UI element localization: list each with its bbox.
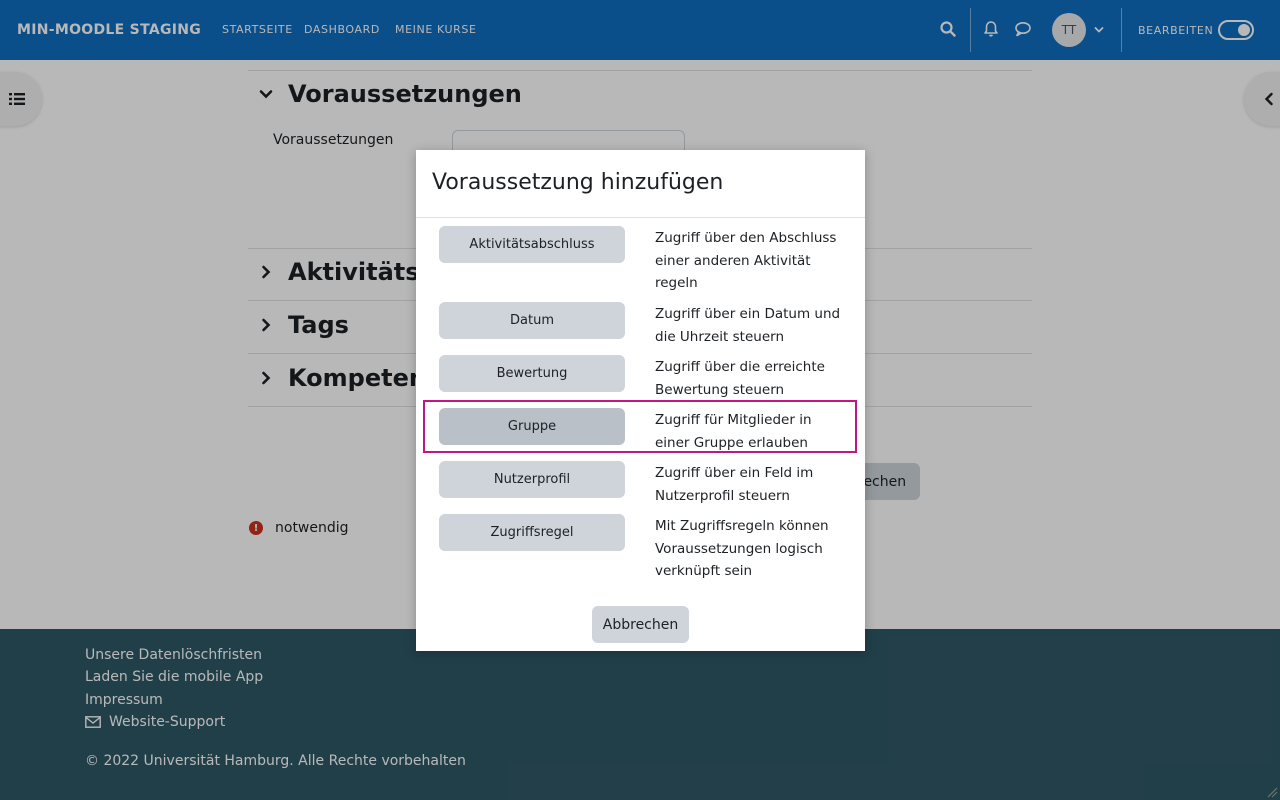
option-description: Zugriff über den Abschluss einer anderen… [655, 230, 837, 291]
option-button-nutzerprofil[interactable]: Nutzerprofil [439, 461, 625, 498]
dialog-title: Voraussetzung hinzufügen [432, 170, 724, 195]
option-button-aktivitaetsabschluss[interactable]: Aktivitätsabschluss [439, 226, 625, 263]
option-button-bewertung[interactable]: Bewertung [439, 355, 625, 392]
option-description: Zugriff über die erreichte Bewertung ste… [655, 359, 825, 398]
option-description: Zugriff für Mitglieder in einer Gruppe e… [655, 412, 812, 451]
option-button-gruppe[interactable]: Gruppe [439, 408, 625, 445]
option-description: Zugriff über ein Feld im Nutzerprofil st… [655, 465, 814, 504]
option-button-zugriffsregel[interactable]: Zugriffsregel [439, 514, 625, 551]
option-description: Zugriff über ein Datum und die Uhrzeit s… [655, 306, 841, 345]
dialog-divider [416, 217, 865, 218]
option-description: Mit Zugriffsregeln können Voraussetzunge… [655, 518, 829, 579]
add-restriction-dialog: Voraussetzung hinzufügen Aktivitätsabsch… [416, 150, 865, 651]
option-button-datum[interactable]: Datum [439, 302, 625, 339]
dialog-cancel-button[interactable]: Abbrechen [592, 606, 689, 643]
